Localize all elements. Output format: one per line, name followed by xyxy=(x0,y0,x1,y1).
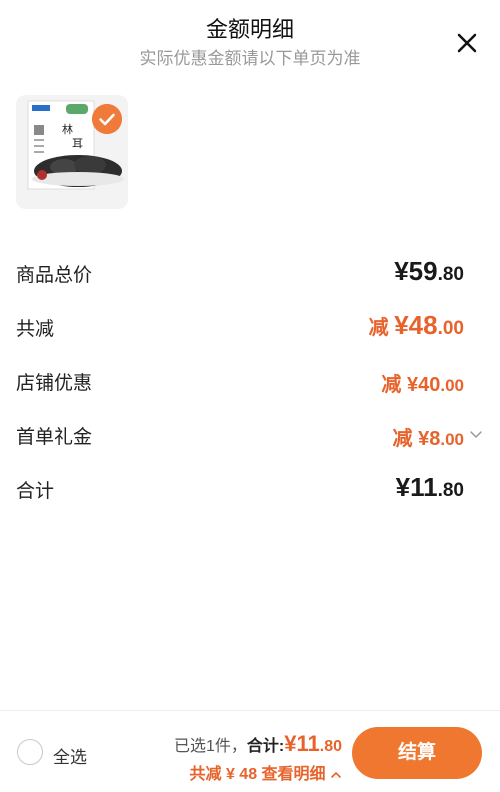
view-details-link[interactable]: 共减 ¥ 48 查看明细 xyxy=(190,760,343,784)
settle-button[interactable]: 结算 xyxy=(352,727,482,779)
chevron-up-icon xyxy=(331,771,341,778)
row-value: ¥11.80 xyxy=(395,472,464,502)
row-total-discount: 共减 减 ¥48.00 xyxy=(16,310,484,346)
checkout-bar: 全选 已选1件，合计:¥11.80 共减 ¥ 48 查看明细 结算 xyxy=(0,710,500,792)
row-value: ¥59.80 xyxy=(394,256,464,286)
row-first-order-gift[interactable]: 首单礼金 减 ¥8.00 xyxy=(16,418,484,454)
svg-text:林: 林 xyxy=(62,122,73,136)
close-icon[interactable] xyxy=(452,28,482,58)
row-value: 减 ¥8.00 xyxy=(392,428,464,450)
sheet-header: 金额明细 实际优惠金额请以下单页为准 xyxy=(0,0,500,80)
select-all-radio[interactable] xyxy=(17,739,43,765)
selected-summary: 已选1件，合计:¥11.80 xyxy=(174,731,342,756)
checked-icon[interactable] xyxy=(92,104,122,134)
row-label: 首单礼金 xyxy=(16,427,93,448)
row-store-discount: 店铺优惠 减 ¥40.00 xyxy=(16,364,484,400)
sheet-subtitle: 实际优惠金额请以下单页为准 xyxy=(139,49,361,68)
row-goods-total: 商品总价 ¥59.80 xyxy=(16,256,484,292)
row-value: 减 ¥40.00 xyxy=(381,374,464,396)
chevron-down-icon[interactable] xyxy=(468,426,484,442)
select-all-label[interactable]: 全选 xyxy=(53,743,87,768)
svg-text:耳: 耳 xyxy=(72,137,83,150)
row-label: 店铺优惠 xyxy=(16,373,93,394)
sheet-title: 金额明细 xyxy=(205,17,294,42)
row-value: 减 ¥48.00 xyxy=(368,310,464,340)
row-label: 商品总价 xyxy=(16,265,93,286)
row-label: 合计 xyxy=(16,481,55,502)
row-label: 共减 xyxy=(16,319,55,340)
row-grand-total: 合计 ¥11.80 xyxy=(16,472,484,508)
